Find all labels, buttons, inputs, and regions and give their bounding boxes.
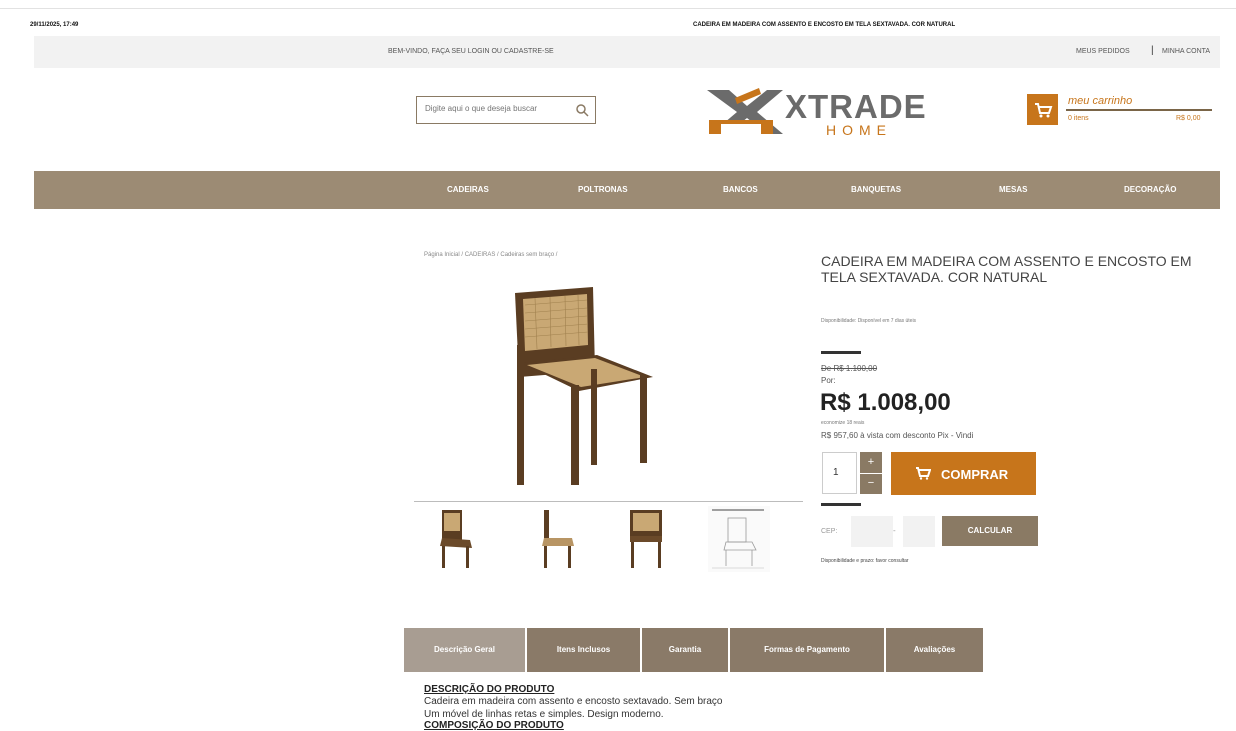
my-orders-link[interactable]: MEUS PEDIDOS xyxy=(1076,48,1130,55)
description-heading: DESCRIÇÃO DO PRODUTO xyxy=(424,684,555,695)
shipping-divider xyxy=(821,503,861,506)
product-thumbnail[interactable] xyxy=(616,506,678,572)
tab-formas-de-pagamento[interactable]: Formas de Pagamento xyxy=(730,628,884,672)
product-thumbnail[interactable] xyxy=(708,506,770,572)
print-date: 29/11/2025, 17:49 xyxy=(30,22,79,28)
nav-item-poltronas[interactable]: POLTRONAS xyxy=(578,185,628,194)
quantity-field xyxy=(822,452,857,494)
nav-item-decoracao[interactable]: DECORAÇÃO xyxy=(1124,185,1176,194)
my-account-link[interactable]: MINHA CONTA xyxy=(1162,48,1210,55)
composition-heading: COMPOSIÇÃO DO PRODUTO xyxy=(424,720,564,731)
product-image[interactable] xyxy=(505,285,660,485)
product-thumbnail[interactable] xyxy=(522,506,584,572)
nav-item-mesas[interactable]: MESAS xyxy=(999,185,1027,194)
description-text: Cadeira em madeira com assento e encosto… xyxy=(424,696,723,707)
cart-label[interactable]: meu carrinho xyxy=(1068,95,1132,107)
nav-item-cadeiras[interactable]: CADEIRAS xyxy=(447,185,489,194)
logo-wordmark: XTRADE xyxy=(785,88,927,125)
price-savings-note: economize 18 reais xyxy=(821,420,865,426)
nav-item-banquetas[interactable]: BANQUETAS xyxy=(851,185,901,194)
welcome-bar xyxy=(34,36,1220,68)
quantity-input[interactable] xyxy=(833,467,847,478)
product-title: CADEIRA EM MADEIRA COM ASSENTO E ENCOSTO… xyxy=(821,253,1192,285)
search-box xyxy=(416,96,596,124)
cart-item-count: 0 itens xyxy=(1068,115,1089,122)
cart-icon xyxy=(1035,103,1053,118)
nav-item-bancos[interactable]: BANCOS xyxy=(723,185,758,194)
quantity-increase-button[interactable]: + xyxy=(860,452,882,473)
cart-total: R$ 0,00 xyxy=(1176,115,1201,122)
search-input[interactable] xyxy=(425,104,570,113)
cep-input-prefix[interactable] xyxy=(851,516,893,547)
logo-subtitle: HOME xyxy=(826,122,892,138)
shipping-note: Disponibilidade e prazo: favor consultar xyxy=(821,558,909,564)
price-divider xyxy=(821,351,861,354)
product-price: R$ 1.008,00 xyxy=(820,389,951,416)
quantity-decrease-button[interactable]: − xyxy=(860,474,882,494)
tab-avaliacoes[interactable]: Avaliações xyxy=(886,628,983,672)
description-text: Um móvel de linhas retas e simples. Desi… xyxy=(424,709,664,720)
availability-text: Disponibilidade: Disponível em 7 dias út… xyxy=(821,318,917,324)
cep-input-suffix[interactable] xyxy=(903,516,935,547)
breadcrumb[interactable]: Página Inicial / CADEIRAS / Cadeiras sem… xyxy=(424,252,557,258)
tab-garantia[interactable]: Garantia xyxy=(642,628,728,672)
search-icon[interactable] xyxy=(575,103,589,117)
cep-label: CEP: xyxy=(821,528,838,535)
cep-separator: - xyxy=(893,526,896,535)
tab-descricao-geral[interactable]: Descrição Geral xyxy=(404,628,525,672)
cart-divider xyxy=(1066,109,1212,111)
top-bar-separator: | xyxy=(1151,45,1154,56)
product-thumbnail[interactable] xyxy=(424,506,486,572)
tab-itens-inclusos[interactable]: Itens Inclusos xyxy=(527,628,640,672)
pix-price: R$ 957,60 à vista com desconto Pix - Vin… xyxy=(821,431,974,440)
buy-button-label: COMPRAR xyxy=(941,467,1009,482)
gallery-divider xyxy=(414,501,803,502)
calculate-shipping-button[interactable]: CALCULAR xyxy=(942,516,1038,546)
price-prefix: Por: xyxy=(821,376,836,385)
cart-button[interactable] xyxy=(1027,94,1058,125)
old-price: De R$ 1.100,00 xyxy=(821,364,878,373)
print-title: CADEIRA EM MADEIRA COM ASSENTO E ENCOSTO… xyxy=(693,22,956,28)
login-link[interactable]: BEM-VINDO, FAÇA SEU LOGIN OU CADASTRE-SE xyxy=(388,48,554,55)
buy-button[interactable]: COMPRAR xyxy=(891,452,1036,495)
top-divider xyxy=(0,8,1236,9)
cart-icon xyxy=(916,467,931,480)
